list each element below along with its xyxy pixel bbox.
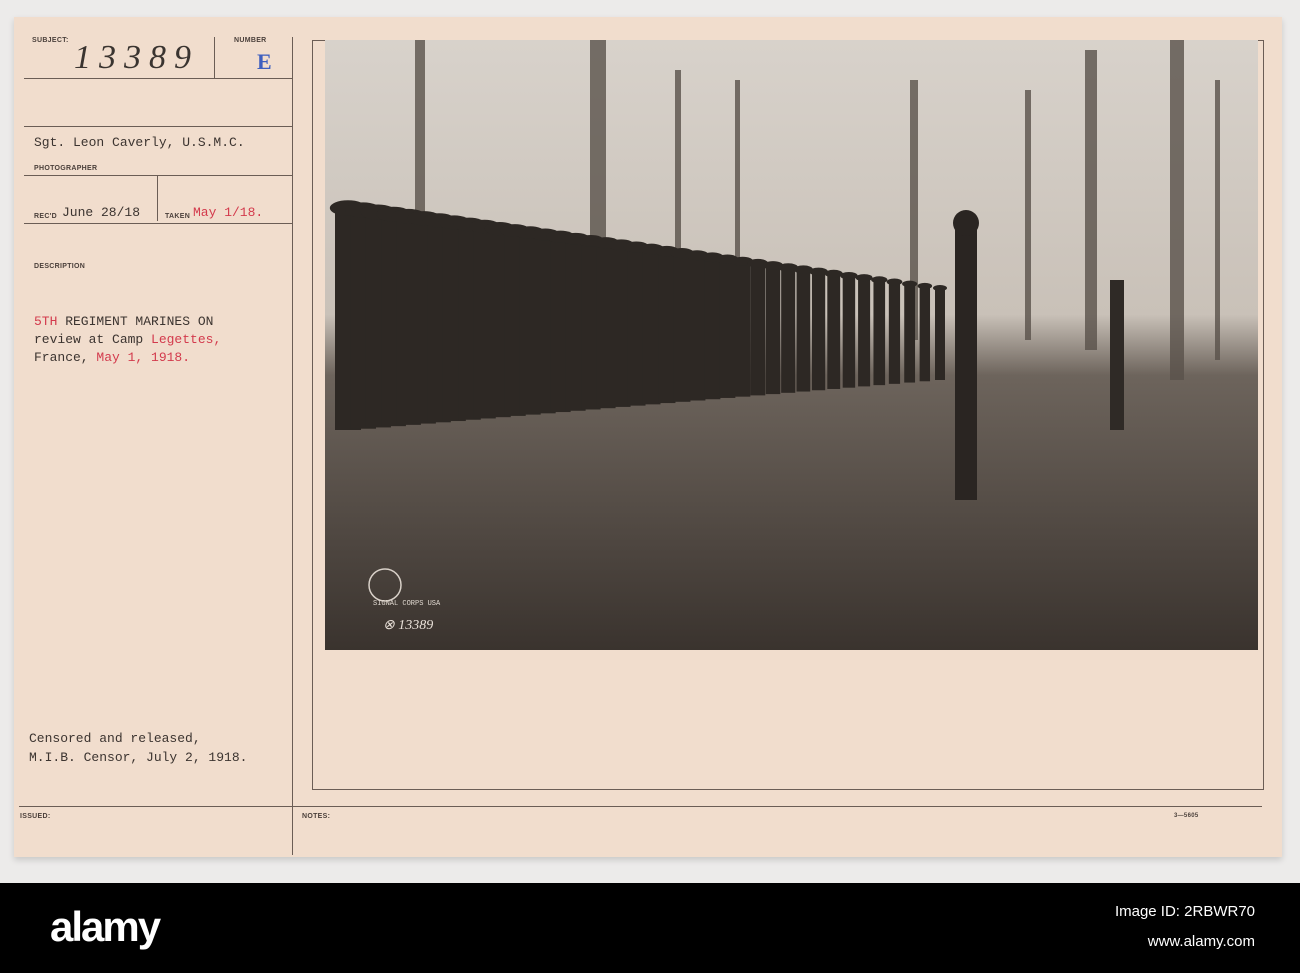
helmet — [824, 269, 843, 278]
soldier-figure — [735, 263, 751, 397]
taken-date: May 1/18. — [193, 205, 264, 220]
soldier-figure — [919, 287, 931, 382]
soldier-figure — [873, 281, 886, 386]
photo-number: ⊗ 13389 — [383, 618, 434, 633]
soldier-figure — [704, 259, 721, 400]
issued-label: ISSUED: — [20, 813, 51, 820]
recd-label: REC'D — [34, 213, 57, 220]
photographer-label: PHOTOGRAPHER — [34, 165, 98, 172]
photograph-marines-review: SIGNAL CORPS USA ⊗ 13389 — [325, 40, 1258, 650]
helmet — [855, 274, 873, 282]
soldier-figure — [858, 279, 871, 387]
description-text: 5TH REGIMENT MARINES ON review at Camp L… — [34, 314, 222, 365]
number-label: NUMBER — [234, 37, 267, 44]
helmet — [871, 276, 888, 284]
subject-number: 13389 — [74, 39, 199, 76]
soldier-figure — [765, 267, 781, 395]
helmet — [933, 285, 947, 291]
helmet — [840, 271, 858, 280]
soldier-figure — [904, 285, 916, 383]
soldier-figure — [811, 273, 826, 391]
soldier-figure — [688, 257, 706, 401]
helmet — [886, 278, 903, 286]
soldier-figure — [750, 265, 766, 396]
soldier-figure — [888, 283, 901, 384]
soldier-figure — [658, 253, 676, 404]
form-number: 3—5605 — [1174, 813, 1199, 819]
alamy-logo: alamy — [50, 903, 161, 950]
description-label: DESCRIPTION — [34, 263, 86, 270]
soldier-figure — [673, 255, 691, 402]
signal-corps-stamp: SIGNAL CORPS USA — [373, 600, 441, 608]
notes-label: NOTES: — [302, 813, 331, 820]
soldier-figure — [827, 275, 841, 389]
soldier-figure — [719, 261, 736, 398]
soldier-figure — [642, 251, 661, 405]
archival-record-card: SUBJECT: 13389 NUMBER E Sgt. Leon Caverl… — [14, 17, 1282, 857]
helmet — [902, 280, 918, 288]
site-url[interactable]: www.alamy.com — [1148, 933, 1255, 950]
soldier-figure — [796, 271, 811, 392]
soldier-figure — [842, 277, 856, 388]
helmet — [917, 282, 933, 290]
censor-note: Censored and released, M.I.B. Censor, Ju… — [29, 731, 248, 765]
image-id: Image ID: 2RBWR70 — [1114, 903, 1255, 920]
soldier-figure — [935, 290, 945, 380]
recd-date: June 28/18 — [62, 205, 141, 220]
photographer-name: Sgt. Leon Caverly, U.S.M.C. — [34, 135, 245, 150]
taken-label: TAKEN — [165, 213, 191, 220]
subject-label: SUBJECT: — [32, 37, 69, 44]
watermark-footer: alamy Image ID: 2RBWR70 www.alamy.com — [0, 883, 1300, 973]
soldier-figure — [781, 269, 796, 393]
number-value: E — [257, 49, 272, 74]
